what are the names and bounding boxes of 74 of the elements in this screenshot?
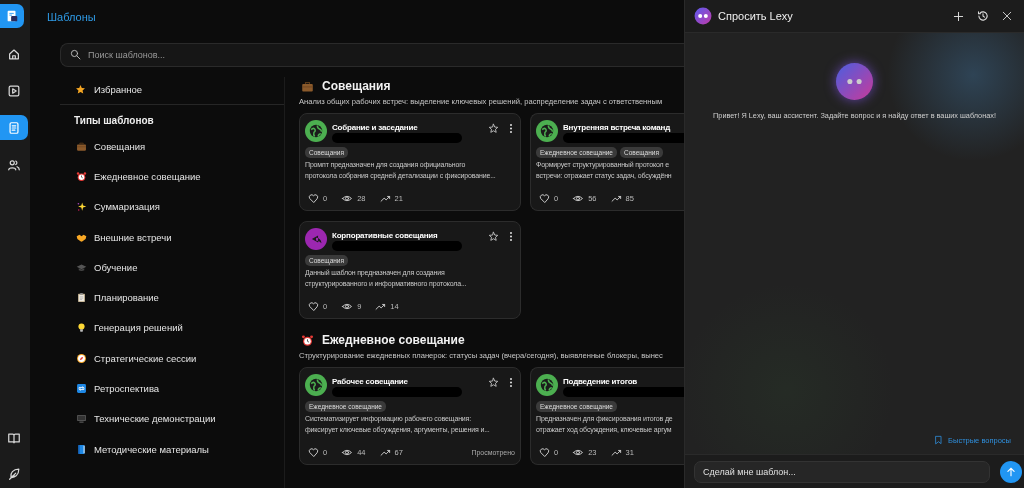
search-field[interactable]: Поиск шаблонов... <box>60 43 684 67</box>
eye-icon <box>572 193 585 204</box>
template-title: Рабочее совещание <box>332 377 409 386</box>
heart-icon <box>308 447 319 458</box>
star-outline-icon <box>488 123 499 134</box>
sparkles-icon <box>76 201 87 213</box>
eye-icon <box>572 447 585 458</box>
heart-icon <box>539 447 550 458</box>
eye-icon <box>341 301 354 312</box>
more-icon <box>509 377 513 388</box>
star-outline-icon <box>488 231 499 242</box>
category-item[interactable]: Обучение <box>60 252 284 283</box>
category-item[interactable]: Методические материалы <box>60 433 284 465</box>
assistant-logo-icon <box>694 7 712 25</box>
page-title: Шаблоны <box>47 11 96 23</box>
briefcase-icon <box>301 79 314 93</box>
category-item[interactable]: Суммаризация <box>60 191 284 222</box>
category-item[interactable]: Совещания <box>60 131 284 162</box>
template-title: Подведение итогов <box>563 377 639 386</box>
heart-icon <box>539 193 550 204</box>
category-item[interactable]: Внешние встречи <box>60 221 284 253</box>
graduation-cap-icon <box>76 261 87 273</box>
alarm-clock-icon <box>76 170 87 182</box>
bookmark-icon <box>934 435 944 445</box>
star-outline-icon <box>488 377 499 388</box>
category-item[interactable]: Генерация решений <box>60 312 284 344</box>
people-icon <box>7 157 21 172</box>
repeat-icon <box>76 383 87 394</box>
briefcase-icon <box>76 140 87 152</box>
more-icon <box>509 123 513 134</box>
search-icon <box>70 49 81 60</box>
category-item[interactable]: Стратегические сессии <box>60 343 284 374</box>
assistant-avatar-icon <box>836 63 873 100</box>
category-item[interactable]: Ретроспектива <box>60 373 284 404</box>
favorites-item[interactable]: Избранное <box>60 77 284 105</box>
light-bulb-icon <box>76 322 87 334</box>
monitor-icon <box>76 413 87 425</box>
book-icon <box>76 443 87 455</box>
heart-icon <box>308 301 319 312</box>
chat-title: Спросить Lexy <box>718 10 794 22</box>
category-item[interactable]: Технические демонстрации <box>60 403 284 434</box>
send-button[interactable] <box>1000 460 1022 483</box>
play-icon <box>7 83 21 98</box>
app-logo-icon[interactable] <box>0 4 24 28</box>
section-title: Ежедневное совещание <box>322 333 465 347</box>
category-item[interactable]: Ежедневное совещание <box>60 161 284 192</box>
plus-icon <box>953 10 964 22</box>
more-icon <box>509 231 513 242</box>
heart-icon <box>308 193 319 204</box>
arrow-up-icon <box>1006 466 1016 477</box>
trend-icon <box>379 193 391 204</box>
clipboard-icon <box>76 292 87 304</box>
feather-icon <box>7 466 21 481</box>
history-icon <box>977 10 989 22</box>
message-input[interactable]: Сделай мне шаблон... <box>694 460 990 483</box>
document-icon <box>7 120 21 135</box>
template-title: Собрание и заседание <box>332 123 419 132</box>
eye-icon <box>341 447 354 458</box>
star-icon <box>75 84 86 95</box>
trend-icon <box>379 447 391 458</box>
alarm-clock-icon <box>301 333 314 347</box>
sidebar-heading: Типы шаблонов <box>73 114 155 128</box>
close-icon <box>1002 11 1012 21</box>
eye-icon <box>341 193 354 204</box>
book-icon <box>7 430 21 445</box>
template-title: Внутренняя встреча команд <box>563 123 672 132</box>
trend-icon <box>610 447 622 458</box>
section-title: Совещания <box>322 79 391 93</box>
trend-icon <box>375 301 387 312</box>
category-item[interactable]: Планирование <box>60 282 284 313</box>
compass-icon <box>76 352 87 364</box>
template-title: Корпоративные совещания <box>332 231 439 240</box>
trend-icon <box>610 193 622 204</box>
nav-item[interactable] <box>0 115 28 140</box>
